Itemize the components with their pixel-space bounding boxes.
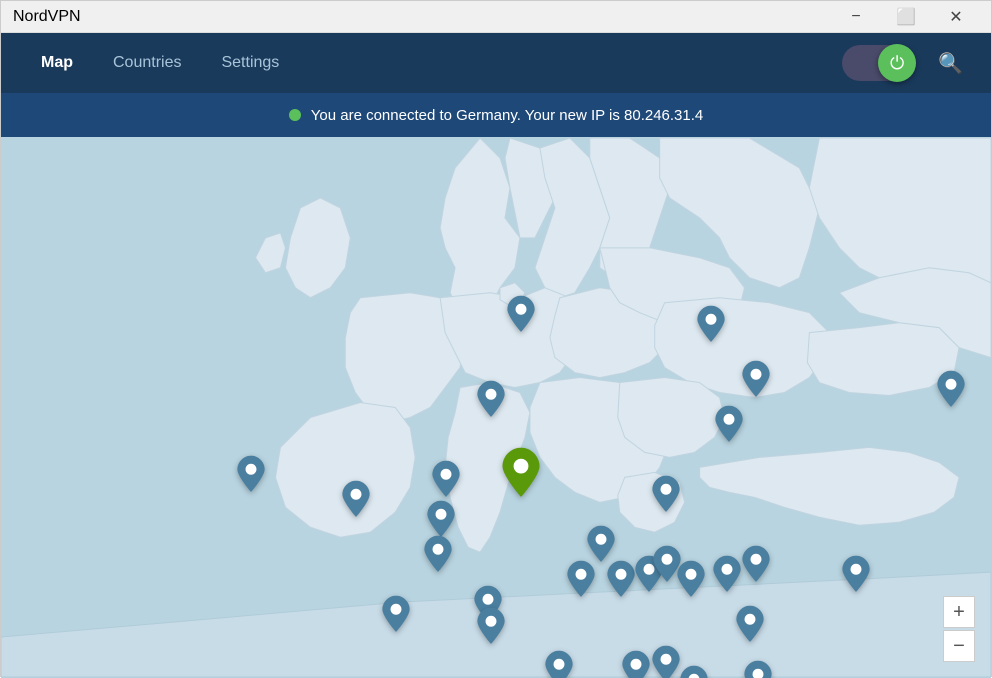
map-pin[interactable]: [342, 481, 370, 522]
vpn-toggle[interactable]: ⏻: [842, 45, 914, 81]
title-bar: NordVPN − ⬜ ✕: [1, 1, 991, 33]
map-pin[interactable]: [622, 651, 650, 678]
nav-item-settings[interactable]: Settings: [201, 46, 299, 80]
zoom-out-button[interactable]: −: [943, 630, 975, 662]
map-pin[interactable]: [680, 666, 708, 678]
window-controls: − ⬜ ✕: [833, 2, 979, 32]
search-button[interactable]: 🔍: [930, 47, 971, 80]
map-pin[interactable]: [715, 406, 743, 447]
map-pin[interactable]: [713, 556, 741, 597]
map-area[interactable]: + −: [1, 137, 991, 678]
app-title: NordVPN: [13, 8, 81, 26]
map-pin[interactable]: [742, 546, 770, 587]
minimize-button[interactable]: −: [833, 2, 879, 32]
nav-item-countries[interactable]: Countries: [93, 46, 201, 80]
map-pin[interactable]: [744, 661, 772, 678]
map-pin[interactable]: [652, 476, 680, 517]
close-button[interactable]: ✕: [933, 2, 979, 32]
map-pin[interactable]: [607, 561, 635, 602]
map-pin[interactable]: [937, 371, 965, 412]
toggle-thumb: ⏻: [878, 44, 916, 82]
map-pin[interactable]: [502, 448, 540, 502]
map-pin[interactable]: [237, 456, 265, 497]
connection-status-dot: [289, 109, 301, 121]
map-pin[interactable]: [477, 608, 505, 649]
map-pin[interactable]: [477, 381, 505, 422]
map-pin[interactable]: [432, 461, 460, 502]
zoom-in-button[interactable]: +: [943, 596, 975, 628]
map-pin[interactable]: [652, 646, 680, 678]
nav-item-map[interactable]: Map: [21, 46, 93, 80]
map-pin[interactable]: [382, 596, 410, 637]
power-icon: ⏻: [890, 54, 904, 72]
map-pin[interactable]: [545, 651, 573, 678]
map-pin[interactable]: [507, 296, 535, 337]
connection-status-text: You are connected to Germany. Your new I…: [311, 107, 704, 124]
map-pin[interactable]: [567, 561, 595, 602]
map-pin[interactable]: [842, 556, 870, 597]
nav-bar: Map Countries Settings ⏻ 🔍: [1, 33, 991, 93]
map-pin[interactable]: [424, 536, 452, 577]
vpn-toggle-area: ⏻: [842, 45, 914, 81]
map-pin[interactable]: [697, 306, 725, 347]
map-pin[interactable]: [736, 606, 764, 647]
maximize-button[interactable]: ⬜: [883, 2, 929, 32]
map-pin[interactable]: [677, 561, 705, 602]
zoom-controls: + −: [943, 596, 975, 662]
status-bar: You are connected to Germany. Your new I…: [1, 93, 991, 137]
map-pin[interactable]: [742, 361, 770, 402]
